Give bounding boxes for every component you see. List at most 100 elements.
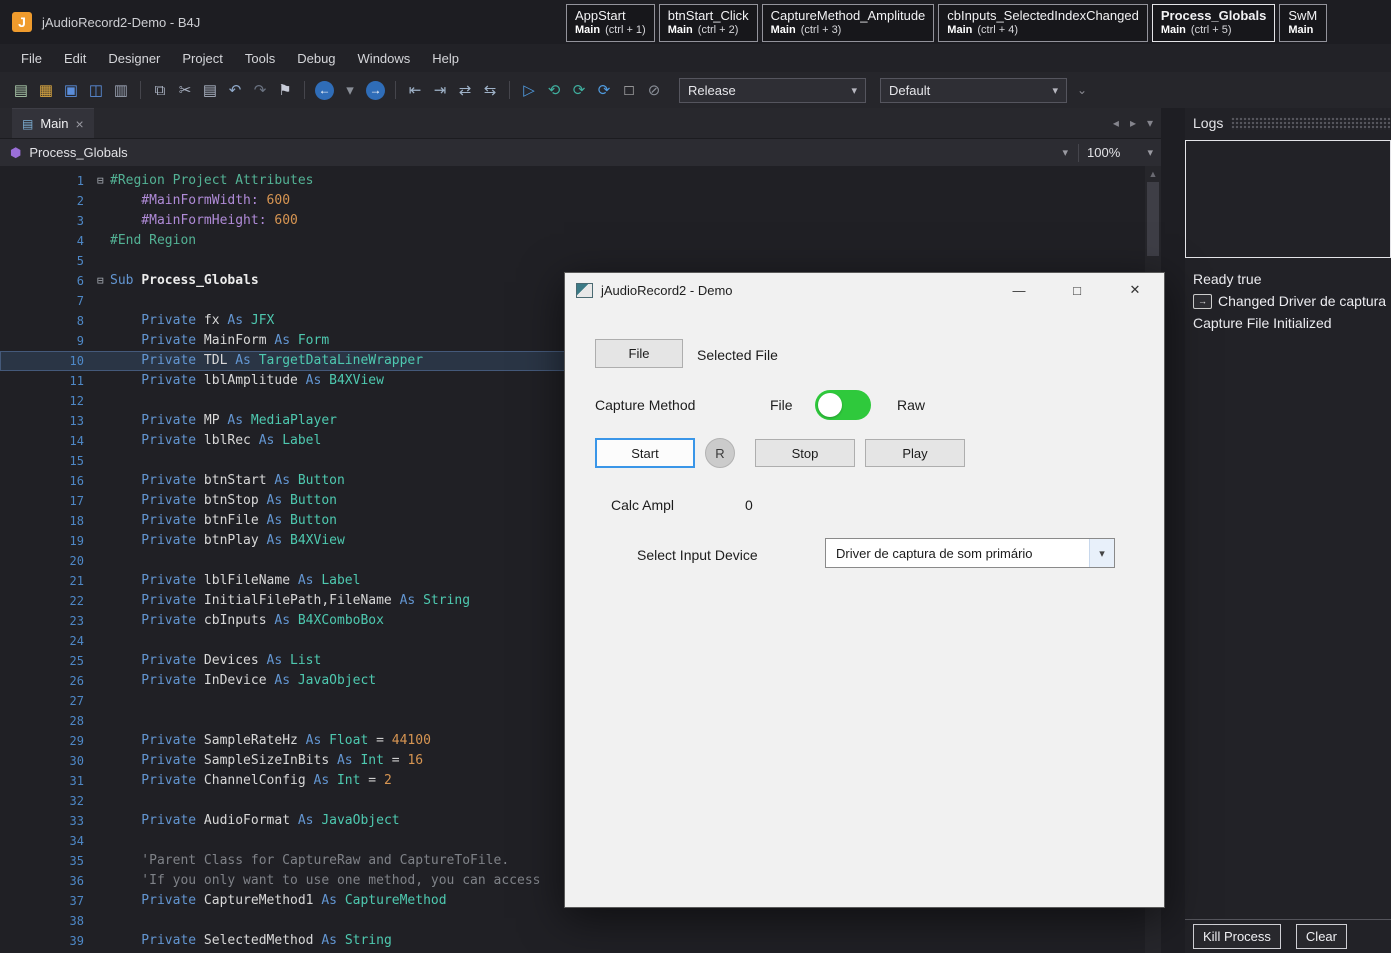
- file-button[interactable]: File: [595, 339, 683, 368]
- app-window-titlebar[interactable]: jAudioRecord2 - Demo — □ ✕: [565, 273, 1164, 307]
- line-number: 6: [0, 271, 84, 291]
- nav-tab-process_globals[interactable]: Process_GlobalsMain(ctrl + 5): [1152, 4, 1276, 42]
- logs-view[interactable]: [1185, 140, 1391, 258]
- sub-list-dropdown-icon[interactable]: ▾: [1062, 146, 1068, 159]
- play-button[interactable]: Play: [865, 439, 965, 467]
- run-icon[interactable]: ▷: [518, 79, 540, 101]
- cut-icon[interactable]: ✂: [174, 79, 196, 101]
- menu-designer[interactable]: Designer: [97, 47, 171, 70]
- capture-method-toggle[interactable]: [815, 390, 871, 420]
- scrollbar-thumb[interactable]: [1147, 182, 1159, 256]
- menu-project[interactable]: Project: [171, 47, 233, 70]
- start-button[interactable]: Start: [595, 438, 695, 468]
- record-button[interactable]: R: [705, 438, 735, 468]
- restart-icon[interactable]: ⟳: [593, 79, 615, 101]
- code-line-1[interactable]: 1⊟#Region Project Attributes: [0, 171, 1145, 191]
- line-number: 29: [0, 731, 84, 751]
- compile-layouts-icon[interactable]: ⇄: [454, 79, 476, 101]
- nav-tab-subtitle: Main(ctrl + 4): [947, 24, 1139, 37]
- breadcrumb-label[interactable]: Process_Globals: [29, 145, 127, 160]
- fold-marker-icon[interactable]: ⊟: [97, 171, 104, 191]
- nav-tab-subtitle: Main(ctrl + 3): [771, 24, 926, 37]
- redo-icon[interactable]: ↷: [249, 79, 271, 101]
- menu-debug[interactable]: Debug: [286, 47, 346, 70]
- stop-icon[interactable]: □: [618, 79, 640, 101]
- log-entry: Capture File Initialized: [1193, 312, 1391, 334]
- save-all-icon[interactable]: ◫: [85, 79, 107, 101]
- changed-driver-icon: →: [1193, 294, 1212, 309]
- undo-icon[interactable]: ↶: [224, 79, 246, 101]
- prev-sub-icon[interactable]: ⇤: [404, 79, 426, 101]
- load-layout-icon[interactable]: ⇆: [479, 79, 501, 101]
- tab-close-icon[interactable]: ×: [76, 116, 84, 132]
- save-icon[interactable]: ▣: [60, 79, 82, 101]
- open-folder-icon[interactable]: ▦: [35, 79, 57, 101]
- log-entry: Ready true: [1193, 268, 1391, 290]
- code-text: Private btnPlay As B4XView: [110, 533, 345, 548]
- maximize-button[interactable]: □: [1048, 273, 1106, 307]
- navigate-back-icon[interactable]: ←: [315, 81, 334, 100]
- menu-file[interactable]: File: [10, 47, 53, 70]
- toolbar-overflow-icon[interactable]: ⌄: [1077, 83, 1087, 97]
- minimize-button[interactable]: —: [990, 273, 1048, 307]
- code-text: Private btnStart As Button: [110, 473, 345, 488]
- nav-tab-capturemethod_amplitude[interactable]: CaptureMethod_AmplitudeMain(ctrl + 3): [762, 4, 935, 42]
- log-entry: →Changed Driver de captura: [1193, 290, 1391, 312]
- code-text: Private MainForm As Form: [110, 333, 329, 348]
- code-line-3[interactable]: 3 #MainFormHeight: 600: [0, 211, 1145, 231]
- menu-windows[interactable]: Windows: [347, 47, 422, 70]
- nav-tab-appstart[interactable]: AppStartMain(ctrl + 1): [566, 4, 655, 42]
- tab-scroll-left-icon[interactable]: ◂: [1113, 116, 1119, 130]
- paste-new-icon[interactable]: ▤: [10, 79, 32, 101]
- line-number: 34: [0, 831, 84, 851]
- logs-header: Logs: [1185, 108, 1391, 138]
- code-text: Private ChannelConfig As Int = 2: [110, 773, 392, 788]
- menu-help[interactable]: Help: [421, 47, 470, 70]
- tab-scroll-right-icon[interactable]: ▸: [1130, 116, 1136, 130]
- breadcrumb: ⬢ Process_Globals ▾ 100% ▾: [0, 138, 1161, 166]
- menu-tools[interactable]: Tools: [234, 47, 286, 70]
- menu-edit[interactable]: Edit: [53, 47, 97, 70]
- bookmark-icon[interactable]: ⚑: [274, 79, 296, 101]
- code-line-39[interactable]: 39 Private SelectedMethod As String: [0, 931, 1145, 951]
- copy-icon[interactable]: ⧉: [149, 79, 171, 101]
- nav-tab-swm[interactable]: SwMMain: [1279, 4, 1327, 42]
- tab-main[interactable]: ▤ Main ×: [12, 108, 94, 138]
- line-number: 14: [0, 431, 84, 451]
- resume-icon[interactable]: ⟳: [568, 79, 590, 101]
- fold-marker-icon[interactable]: ⊟: [97, 271, 104, 291]
- code-text: #MainFormHeight: 600: [110, 213, 298, 228]
- close-button[interactable]: ✕: [1106, 273, 1164, 307]
- next-sub-icon[interactable]: ⇥: [429, 79, 451, 101]
- nav-tab-cbinputs_selectedindexchanged[interactable]: cbInputs_SelectedIndexChangedMain(ctrl +…: [938, 4, 1148, 42]
- line-number: 21: [0, 571, 84, 591]
- rapid-debug-icon[interactable]: ⟲: [543, 79, 565, 101]
- navigate-forward-icon[interactable]: →: [366, 81, 385, 100]
- profile-select[interactable]: Default ▾: [880, 78, 1067, 103]
- paste-icon[interactable]: ▤: [199, 79, 221, 101]
- code-line-5[interactable]: 5: [0, 251, 1145, 271]
- line-number: 8: [0, 311, 84, 331]
- log-text: Capture File Initialized: [1193, 315, 1332, 331]
- code-line-4[interactable]: 4#End Region: [0, 231, 1145, 251]
- tab-list-icon[interactable]: ▾: [1147, 116, 1153, 130]
- scroll-up-icon[interactable]: ▲: [1145, 166, 1161, 179]
- nav-tab-subtitle: Main(ctrl + 2): [668, 24, 749, 37]
- code-line-2[interactable]: 2 #MainFormWidth: 600: [0, 191, 1145, 211]
- code-text: Private lblRec As Label: [110, 433, 321, 448]
- kill-process-button[interactable]: Kill Process: [1193, 924, 1281, 949]
- stop-button[interactable]: Stop: [755, 439, 855, 467]
- code-text: #MainFormWidth: 600: [110, 193, 290, 208]
- build-configuration-select[interactable]: Release ▾: [679, 78, 866, 103]
- nav-tab-btnstart_click[interactable]: btnStart_ClickMain(ctrl + 2): [659, 4, 758, 42]
- logs-panel: Logs Ready true→Changed Driver de captur…: [1185, 108, 1391, 953]
- code-text: 'Parent Class for CaptureRaw and Capture…: [110, 853, 509, 868]
- input-device-combobox[interactable]: Driver de captura de som primário ▾: [825, 538, 1115, 568]
- clear-logs-button[interactable]: Clear: [1296, 924, 1347, 949]
- breakpoints-icon[interactable]: ⊘: [643, 79, 665, 101]
- export-icon[interactable]: ▥: [110, 79, 132, 101]
- profile-value: Default: [889, 83, 930, 98]
- zoom-select[interactable]: 100% ▾: [1079, 145, 1161, 160]
- back-history-icon[interactable]: ▾: [339, 79, 361, 101]
- code-line-38[interactable]: 38: [0, 911, 1145, 931]
